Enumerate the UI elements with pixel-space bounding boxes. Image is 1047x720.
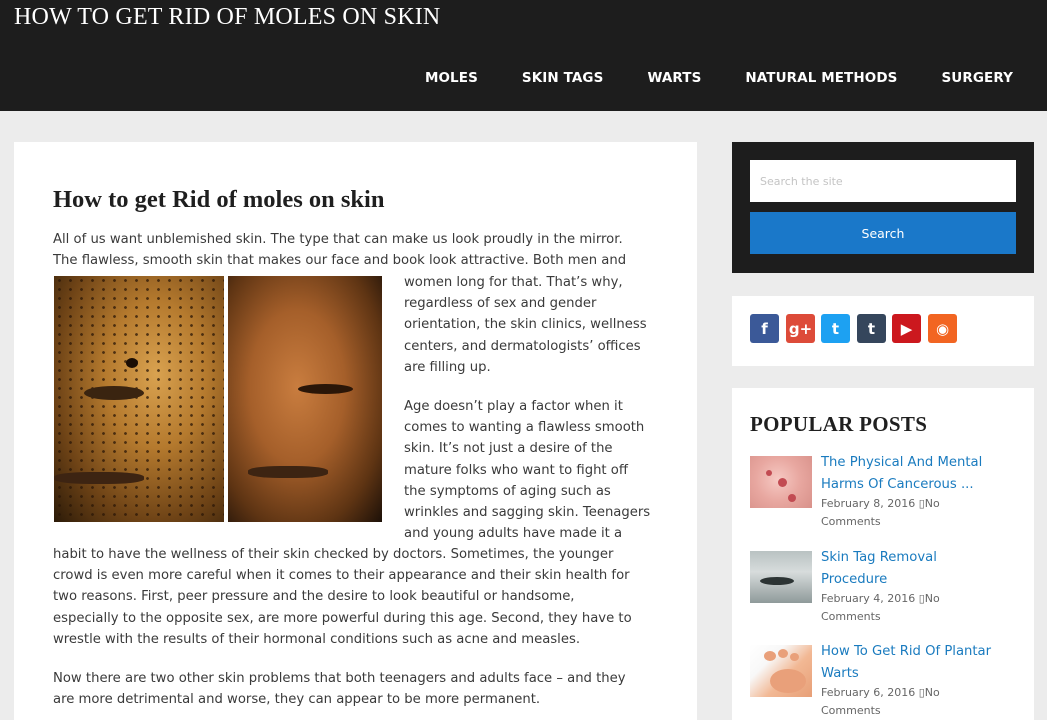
- comments-link[interactable]: No: [925, 592, 940, 605]
- tumblr-icon[interactable]: t: [857, 314, 886, 343]
- site-title[interactable]: HOW TO GET RID OF MOLES ON SKIN: [14, 4, 440, 31]
- comments-link[interactable]: Comments: [821, 513, 1021, 531]
- nav-item-moles[interactable]: MOLES: [425, 70, 478, 86]
- post-thumbnail[interactable]: [750, 456, 812, 508]
- youtube-icon[interactable]: ▶: [892, 314, 921, 343]
- social-widget: f g+ t t ▶ ◉: [732, 296, 1034, 366]
- facebook-icon[interactable]: f: [750, 314, 779, 343]
- nav-item-skin-tags[interactable]: SKIN TAGS: [522, 70, 604, 86]
- before-photo: [54, 276, 224, 522]
- post-thumbnail[interactable]: [750, 645, 812, 697]
- post-meta: February 6, 2016 ▯No Comments: [821, 684, 1021, 720]
- text-line: regardless of sex and gender: [404, 296, 597, 312]
- text-line: Now there are two other skin problems th…: [53, 671, 626, 686]
- article-paragraph: women long for that. That’s why, regardl…: [404, 272, 666, 378]
- search-button[interactable]: Search: [750, 212, 1016, 254]
- search-input[interactable]: [750, 160, 1016, 202]
- post-title-line[interactable]: Harms Of Cancerous ...: [821, 474, 1021, 496]
- post-title-line[interactable]: How To Get Rid Of Plantar: [821, 641, 1021, 663]
- popular-post-item: How To Get Rid Of Plantar Warts February…: [750, 641, 1030, 720]
- nav-item-natural-methods[interactable]: NATURAL METHODS: [745, 70, 897, 86]
- post-date: February 8, 2016: [821, 497, 916, 510]
- text-line: especially to the opposite sex, are more…: [53, 610, 632, 626]
- popular-post-item: Skin Tag Removal Procedure February 4, 2…: [750, 547, 1030, 627]
- article-paragraph: habit to have the wellness of their skin…: [53, 544, 663, 650]
- text-line: comes to wanting a flawless smooth: [404, 420, 645, 436]
- rss-icon[interactable]: ◉: [928, 314, 957, 343]
- text-line: wrestle with the results of their hormon…: [53, 631, 581, 647]
- post-meta: February 4, 2016 ▯No Comments: [821, 590, 1021, 626]
- text-line: women long for that. That’s why,: [404, 275, 623, 290]
- article-intro: All of us want unblemished skin. The typ…: [53, 229, 653, 271]
- post-title-line[interactable]: Procedure: [821, 569, 1021, 591]
- text-line: The flawless, smooth skin that makes our…: [53, 253, 627, 269]
- text-line: All of us want unblemished skin. The typ…: [53, 232, 623, 247]
- article-paragraph: Now there are two other skin problems th…: [53, 668, 663, 710]
- post-title-link[interactable]: The Physical And Mental Harms Of Cancero…: [821, 452, 1021, 495]
- text-line: the symptoms of aging such as: [404, 483, 611, 499]
- nav-item-surgery[interactable]: SURGERY: [941, 70, 1013, 86]
- post-title-line[interactable]: Warts: [821, 663, 1021, 685]
- popular-post-item: The Physical And Mental Harms Of Cancero…: [750, 452, 1030, 532]
- comments-link[interactable]: No: [925, 497, 940, 510]
- post-title-link[interactable]: Skin Tag Removal Procedure: [821, 547, 1021, 590]
- google-plus-icon[interactable]: g+: [786, 314, 815, 343]
- post-title-line[interactable]: The Physical And Mental: [821, 452, 1021, 474]
- text-line: Age doesn’t play a factor when it: [404, 399, 623, 414]
- main-nav: MOLES SKIN TAGS WARTS NATURAL METHODS SU…: [381, 70, 1013, 86]
- nav-item-warts[interactable]: WARTS: [647, 70, 701, 86]
- comments-link[interactable]: Comments: [821, 702, 1021, 720]
- text-line: habit to have the wellness of their skin…: [53, 547, 614, 562]
- post-date: February 6, 2016: [821, 686, 916, 699]
- text-line: and young adults have made it a: [404, 526, 623, 542]
- comments-link[interactable]: Comments: [821, 608, 1021, 626]
- text-line: crowd is even more careful when it comes…: [53, 568, 630, 584]
- text-line: centers, and dermatologists’ offices: [404, 338, 641, 354]
- comments-link[interactable]: No: [925, 686, 940, 699]
- search-widget: Search: [732, 142, 1034, 273]
- post-title-link[interactable]: How To Get Rid Of Plantar Warts: [821, 641, 1021, 684]
- text-line: orientation, the skin clinics, wellness: [404, 317, 647, 333]
- post-thumbnail[interactable]: [750, 551, 812, 603]
- site-header: HOW TO GET RID OF MOLES ON SKIN MOLES SK…: [0, 0, 1047, 111]
- text-line: wrinkles and sagging skin. Teenagers: [404, 505, 651, 521]
- post-date: February 4, 2016: [821, 592, 916, 605]
- article: How to get Rid of moles on skin All of u…: [14, 142, 697, 720]
- article-title: How to get Rid of moles on skin: [53, 186, 385, 213]
- popular-posts-widget: POPULAR POSTS The Physical And Mental Ha…: [732, 388, 1034, 720]
- after-photo: [228, 276, 382, 522]
- post-meta: February 8, 2016 ▯No Comments: [821, 495, 1021, 531]
- popular-posts-title: POPULAR POSTS: [750, 412, 928, 436]
- text-line: two reasons. First, peer pressure and th…: [53, 589, 575, 605]
- text-line: are more detrimental and worse, they can…: [53, 692, 541, 708]
- text-line: mature folks who want to fight off: [404, 462, 628, 478]
- article-paragraph: Age doesn’t play a factor when it comes …: [404, 396, 666, 544]
- twitter-icon[interactable]: t: [821, 314, 850, 343]
- text-line: skin. It’s not just a desire of the: [404, 441, 613, 457]
- text-line: are filling up.: [404, 359, 491, 375]
- post-title-line[interactable]: Skin Tag Removal: [821, 547, 1021, 569]
